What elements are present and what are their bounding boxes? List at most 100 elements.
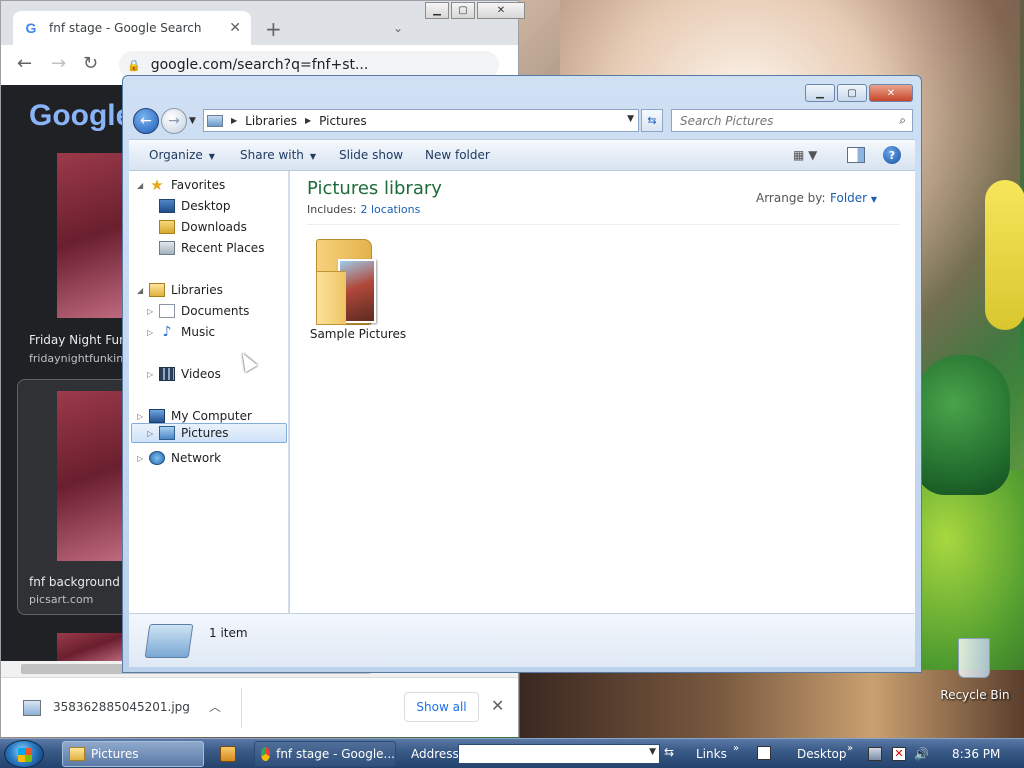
go-icon[interactable]: ⇆	[664, 745, 674, 759]
folder-icon-front	[316, 271, 346, 325]
downloads-bar: 358362885045201.jpg ︿ Show all ✕	[1, 677, 518, 737]
arrange-by-dropdown[interactable]: Folder ▼	[830, 191, 877, 205]
nav-libraries[interactable]: ◢ Libraries	[137, 280, 223, 300]
folder-icon	[69, 747, 85, 761]
tab-search-chevron-icon[interactable]: ⌄	[393, 21, 403, 35]
result-thumbnail[interactable]	[57, 153, 127, 318]
nav-videos[interactable]: ▷ Videos	[147, 364, 221, 384]
breadcrumb-arrow-icon[interactable]: ▶	[231, 116, 237, 125]
nav-network[interactable]: ▷ Network	[137, 448, 221, 468]
download-filename[interactable]: 358362885045201.jpg	[53, 700, 190, 714]
chevron-right-icon[interactable]: »	[847, 743, 853, 754]
slide-show-button[interactable]: Slide show	[339, 148, 403, 162]
search-icon[interactable]: ⌕	[899, 113, 906, 128]
google-favicon-icon: G	[25, 20, 37, 36]
lock-icon[interactable]: 🔒	[127, 59, 141, 72]
library-locations-link[interactable]: 2 locations	[360, 203, 420, 216]
nav-my-computer[interactable]: ▷ My Computer	[137, 406, 252, 426]
back-arrow-icon[interactable]: ←	[17, 55, 32, 73]
collapsed-triangle-icon[interactable]: ▷	[147, 370, 159, 379]
address-bar[interactable]: ▶ Libraries ▶ Pictures ▼	[203, 109, 639, 132]
maximize-button[interactable]: ▢	[837, 84, 867, 102]
show-all-button[interactable]: Show all	[404, 692, 479, 722]
libraries-icon	[149, 283, 165, 297]
close-button[interactable]: ✕	[477, 2, 525, 19]
nav-music[interactable]: ▷ ♪ Music	[147, 322, 215, 342]
collapsed-triangle-icon[interactable]: ▷	[147, 429, 159, 438]
computer-icon	[149, 409, 165, 423]
chrome-icon	[261, 747, 271, 761]
taskbar-item-pictures[interactable]: Pictures	[62, 741, 204, 767]
back-button[interactable]: ←	[133, 108, 159, 134]
search-box[interactable]: ⌕	[671, 109, 913, 132]
nav-recent-places[interactable]: Recent Places	[159, 238, 264, 258]
search-input[interactable]	[672, 110, 872, 131]
help-button[interactable]: ?	[883, 146, 901, 164]
result-thumbnail[interactable]	[57, 391, 127, 561]
volume-icon[interactable]: 🔊	[914, 747, 929, 761]
nav-pictures[interactable]: ▷ Pictures	[131, 423, 287, 443]
collapsed-triangle-icon[interactable]: ▷	[137, 412, 149, 421]
folder-item-sample-pictures[interactable]: Sample Pictures	[308, 231, 408, 341]
documents-icon	[159, 304, 175, 318]
new-folder-button[interactable]: New folder	[425, 148, 490, 162]
chevron-down-icon[interactable]: ▼	[649, 747, 656, 757]
image-file-icon	[23, 700, 41, 716]
nav-downloads[interactable]: Downloads	[159, 217, 247, 237]
result-thumbnail[interactable]	[57, 633, 127, 661]
minimize-button[interactable]: ▁	[425, 2, 449, 19]
google-doodle-logo[interactable]: Google	[29, 99, 132, 133]
chevron-right-icon[interactable]: »	[733, 743, 739, 754]
address-dropdown-icon[interactable]: ▼	[627, 114, 634, 124]
clock[interactable]: 8:36 PM	[952, 747, 1000, 761]
network-icon	[149, 451, 165, 465]
expanded-triangle-icon[interactable]: ◢	[137, 286, 149, 295]
recent-pages-chevron-icon[interactable]: ▼	[189, 116, 196, 126]
minimize-button[interactable]: ▁	[805, 84, 835, 102]
organize-button[interactable]: Organize ▼	[149, 148, 215, 162]
chrome-tab[interactable]: G fnf stage - Google Search ✕	[13, 11, 251, 45]
reload-icon[interactable]: ↻	[83, 55, 98, 73]
result-title[interactable]: fnf background s	[29, 575, 130, 589]
chevron-up-icon[interactable]: ︿	[209, 698, 221, 715]
chart-icon[interactable]	[757, 746, 771, 760]
collapsed-triangle-icon[interactable]: ▷	[147, 307, 159, 316]
breadcrumb-pictures[interactable]: Pictures	[319, 114, 367, 128]
new-tab-button[interactable]: +	[265, 19, 282, 39]
change-view-button[interactable]: ▦ ▼	[793, 148, 817, 162]
recycle-bin[interactable]: Recycle Bin	[938, 632, 1012, 706]
address-toolbar-input[interactable]: ▼	[458, 744, 660, 764]
network-tray-icon[interactable]	[868, 747, 882, 761]
explorer-window[interactable]: ▁ ▢ ✕ ← → ▼ ▶ Libraries ▶ Pictures ▼ ⇆ ⌕…	[122, 75, 922, 673]
media-player-icon[interactable]	[220, 746, 236, 762]
nav-documents[interactable]: ▷ Documents	[147, 301, 249, 321]
maximize-button[interactable]: ▢	[451, 2, 475, 19]
nav-favorites[interactable]: ◢ ★ Favorites	[137, 175, 225, 195]
tab-close-icon[interactable]: ✕	[229, 20, 241, 36]
preview-pane-button[interactable]	[847, 147, 865, 163]
close-downloads-icon[interactable]: ✕	[491, 696, 504, 715]
breadcrumb-arrow-icon[interactable]: ▶	[305, 116, 311, 125]
collapsed-triangle-icon[interactable]: ▷	[147, 328, 159, 337]
expanded-triangle-icon[interactable]: ◢	[137, 181, 149, 190]
omnibox-url[interactable]: google.com/search?q=fnf+st...	[151, 57, 369, 73]
recent-places-icon	[159, 241, 175, 255]
collapsed-triangle-icon[interactable]: ▷	[137, 454, 149, 463]
forward-arrow-icon[interactable]: →	[51, 55, 66, 73]
forward-button[interactable]: →	[161, 108, 187, 134]
start-button[interactable]	[4, 740, 44, 768]
taskbar-item-chrome[interactable]: fnf stage - Google...	[254, 741, 396, 767]
pictures-icon	[159, 426, 175, 440]
security-alert-icon[interactable]: ✕	[892, 747, 906, 761]
close-button[interactable]: ✕	[869, 84, 913, 102]
navigation-pane: ◢ ★ Favorites Desktop Downloads Recent P…	[129, 171, 289, 613]
share-with-button[interactable]: Share with ▼	[240, 148, 316, 162]
desktop-toolbar-label[interactable]: Desktop	[797, 747, 847, 761]
file-list-pane[interactable]: Pictures library Includes: 2 locations Ar…	[290, 171, 915, 613]
result-title[interactable]: Friday Night Funk	[29, 333, 134, 347]
links-toolbar-label[interactable]: Links	[696, 747, 727, 761]
breadcrumb-libraries[interactable]: Libraries	[245, 114, 297, 128]
refresh-button[interactable]: ⇆	[641, 109, 663, 132]
library-title: Pictures library	[307, 178, 442, 199]
nav-desktop[interactable]: Desktop	[159, 196, 231, 216]
